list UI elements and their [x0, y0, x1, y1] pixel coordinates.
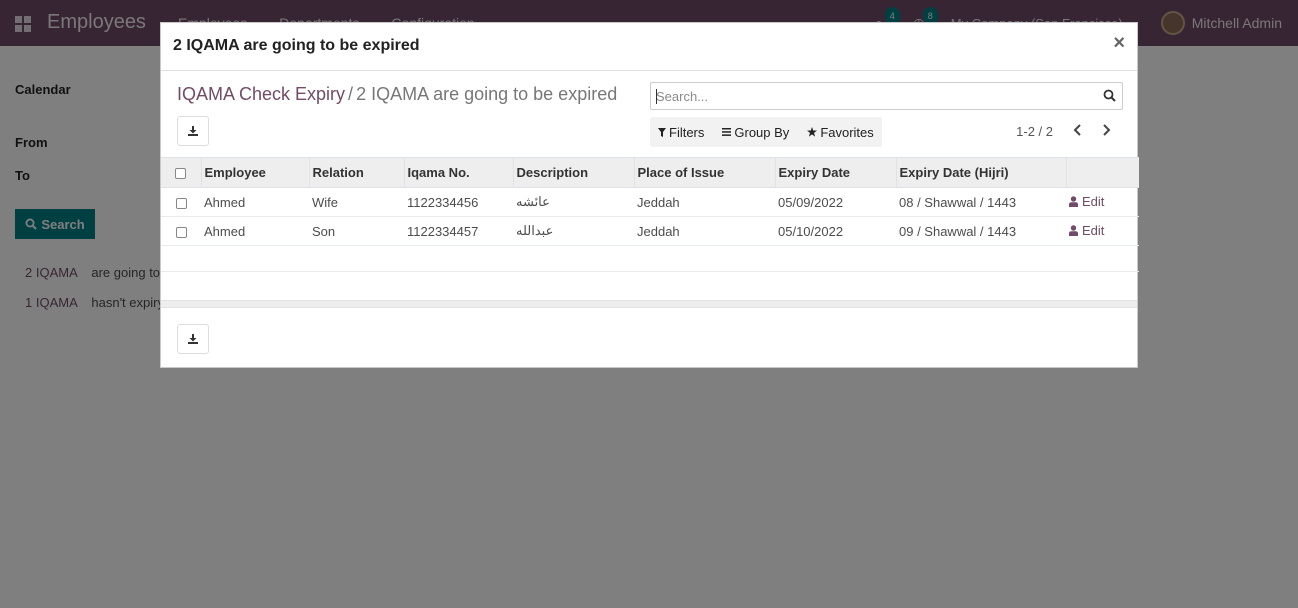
modal-title: 2 IQAMA are going to be expired: [173, 37, 420, 54]
cell-place: Jeddah: [634, 216, 775, 246]
search-bar: [650, 82, 1123, 110]
row-select-cell: [161, 216, 201, 246]
control-panel: IQAMA Check Expiry/2 IQAMA are going to …: [161, 71, 1137, 157]
cell-place: Jeddah: [634, 187, 775, 217]
cell-description: عائشه: [513, 187, 634, 217]
column-header[interactable]: Expiry Date (Hijri): [895, 157, 1066, 188]
edit-button[interactable]: Edit: [1069, 223, 1104, 238]
breadcrumb: IQAMA Check Expiry/2 IQAMA are going to …: [177, 84, 617, 105]
column-header[interactable]: Place of Issue: [633, 157, 775, 188]
cell-hijri: 08 / Shawwal / 1443: [896, 187, 1066, 217]
cell-description: عبدالله: [513, 216, 634, 246]
cell-action: Edit: [1066, 216, 1139, 246]
cell-iqama: 1122334457: [404, 216, 513, 246]
cell-expiry: 05/09/2022: [775, 187, 896, 217]
empty-row: [161, 245, 1139, 272]
edit-label: Edit: [1082, 223, 1105, 238]
breadcrumb-current: 2 IQAMA are going to be expired: [356, 84, 618, 104]
row-checkbox[interactable]: [175, 226, 187, 238]
cell-iqama: 1122334456: [404, 187, 513, 217]
iqama-list-table: Employee Relation Iqama No. Description …: [161, 157, 1139, 272]
column-header[interactable]: Iqama No.: [403, 157, 513, 188]
column-header-actions: [1065, 157, 1139, 188]
chevron-left-icon[interactable]: [1071, 123, 1085, 137]
table-header-row: Employee Relation Iqama No. Description …: [161, 157, 1139, 188]
edit-label: Edit: [1082, 194, 1105, 209]
row-select-cell: [161, 187, 201, 217]
description-text: عائشه: [516, 194, 550, 209]
favorites-toggle[interactable]: Favorites: [807, 124, 874, 140]
table-row[interactable]: Ahmed Wife 1122334456 عائشه Jeddah 05/09…: [161, 187, 1139, 217]
table-row[interactable]: Ahmed Son 1122334457 عبدالله Jeddah 05/1…: [161, 216, 1139, 246]
download-icon: [188, 334, 198, 344]
close-icon[interactable]: ×: [1113, 33, 1125, 53]
star-icon: [807, 127, 818, 137]
table-footer: [161, 300, 1137, 308]
filters-label: Filters: [669, 124, 705, 140]
cell-employee: Ahmed: [201, 216, 309, 246]
column-header[interactable]: Description: [512, 157, 634, 188]
groupby-toggle[interactable]: Group By: [722, 125, 789, 140]
select-all-checkbox[interactable]: [175, 168, 187, 180]
edit-button[interactable]: Edit: [1069, 194, 1104, 209]
cell-expiry: 05/10/2022: [775, 216, 896, 246]
user-icon: [1069, 225, 1078, 236]
user-icon: [1069, 196, 1078, 207]
column-header[interactable]: Relation: [308, 157, 404, 188]
pager-value[interactable]: 1-2 / 2: [1016, 124, 1053, 139]
bars-icon: [722, 128, 732, 136]
cell-relation: Wife: [309, 187, 404, 217]
column-header[interactable]: Employee: [200, 157, 309, 188]
modal-header: 2 IQAMA are going to be expired ×: [161, 23, 1137, 71]
description-text: عبدالله: [516, 223, 554, 238]
empty-cell: [161, 245, 1139, 272]
select-all-cell: [161, 157, 201, 188]
cell-hijri: 09 / Shawwal / 1443: [896, 216, 1066, 246]
chevron-right-icon[interactable]: [1099, 123, 1113, 137]
search-options: Filters Group By Favorites: [650, 117, 882, 147]
column-header[interactable]: Expiry Date: [774, 157, 896, 188]
groupby-label: Group By: [734, 124, 790, 140]
download-icon: [188, 126, 198, 136]
search-icon[interactable]: [1103, 89, 1116, 102]
modal-dialog: 2 IQAMA are going to be expired × IQAMA …: [160, 22, 1139, 368]
favorites-label: Favorites: [820, 124, 874, 140]
export-button[interactable]: [177, 324, 209, 354]
filter-icon: [658, 127, 666, 137]
text-cursor: [656, 89, 657, 104]
cell-relation: Son: [309, 216, 404, 246]
breadcrumb-separator: /: [348, 84, 354, 104]
row-checkbox[interactable]: [175, 197, 187, 209]
cell-action: Edit: [1066, 187, 1139, 217]
breadcrumb-parent[interactable]: IQAMA Check Expiry: [177, 84, 345, 104]
search-input[interactable]: [651, 83, 1091, 109]
cell-employee: Ahmed: [201, 187, 309, 217]
modal-footer: [161, 308, 1137, 368]
export-button[interactable]: [177, 116, 209, 146]
filters-toggle[interactable]: Filters: [658, 125, 704, 140]
